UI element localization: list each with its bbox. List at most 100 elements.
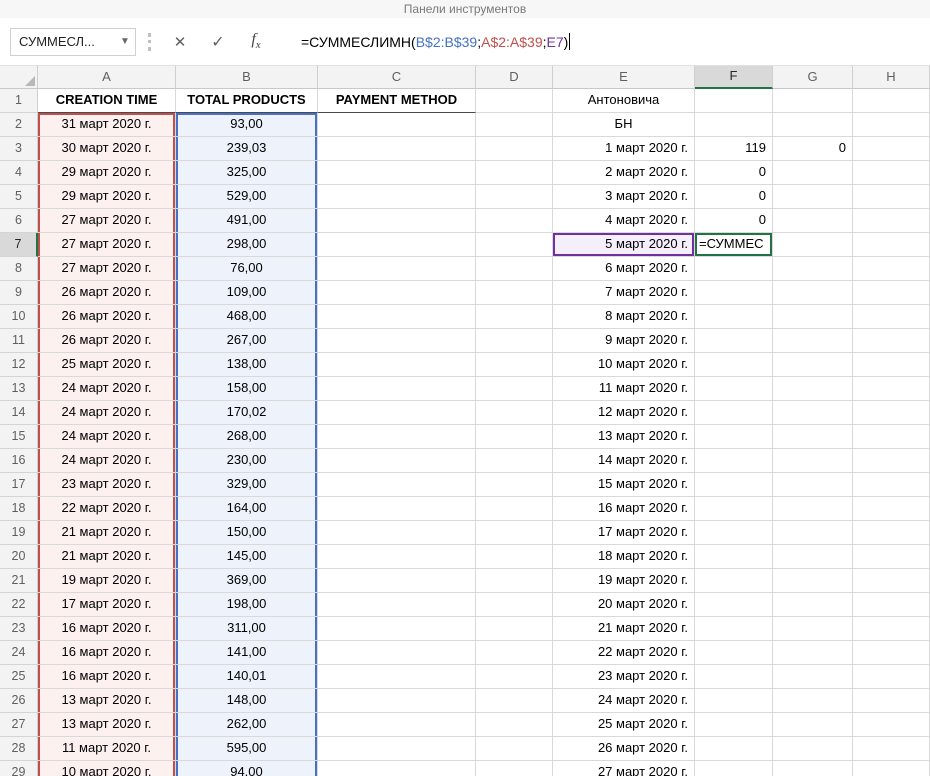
cell-G19[interactable] (773, 521, 853, 545)
cell-F4[interactable]: 0 (695, 161, 773, 185)
cell-D8[interactable] (476, 257, 553, 281)
row-header-29[interactable]: 29 (0, 761, 38, 776)
column-header-E[interactable]: E (553, 66, 695, 89)
cell-C15[interactable] (318, 425, 476, 449)
cell-C29[interactable] (318, 761, 476, 776)
cell-H18[interactable] (853, 497, 930, 521)
cell-E14[interactable]: 12 март 2020 г. (553, 401, 695, 425)
cell-C28[interactable] (318, 737, 476, 761)
row-header-7[interactable]: 7 (0, 233, 38, 257)
cell-E28[interactable]: 26 март 2020 г. (553, 737, 695, 761)
cell-F22[interactable] (695, 593, 773, 617)
cell-A6[interactable]: 27 март 2020 г. (38, 209, 176, 233)
cell-E10[interactable]: 8 март 2020 г. (553, 305, 695, 329)
cell-B16[interactable]: 230,00 (176, 449, 318, 473)
cell-F29[interactable] (695, 761, 773, 776)
cell-B22[interactable]: 198,00 (176, 593, 318, 617)
cell-A12[interactable]: 25 март 2020 г. (38, 353, 176, 377)
cell-H15[interactable] (853, 425, 930, 449)
cell-C10[interactable] (318, 305, 476, 329)
cell-F12[interactable] (695, 353, 773, 377)
enter-icon[interactable]: ✓ (203, 32, 233, 52)
row-header-9[interactable]: 9 (0, 281, 38, 305)
cell-B14[interactable]: 170,02 (176, 401, 318, 425)
cell-H26[interactable] (853, 689, 930, 713)
cell-A5[interactable]: 29 март 2020 г. (38, 185, 176, 209)
cell-H24[interactable] (853, 641, 930, 665)
cell-C14[interactable] (318, 401, 476, 425)
cell-F16[interactable] (695, 449, 773, 473)
cell-G26[interactable] (773, 689, 853, 713)
cell-E12[interactable]: 10 март 2020 г. (553, 353, 695, 377)
row-header-17[interactable]: 17 (0, 473, 38, 497)
cell-B2[interactable]: 93,00 (176, 113, 318, 137)
row-header-10[interactable]: 10 (0, 305, 38, 329)
cell-H29[interactable] (853, 761, 930, 776)
cell-H8[interactable] (853, 257, 930, 281)
cell-H6[interactable] (853, 209, 930, 233)
cell-F14[interactable] (695, 401, 773, 425)
cell-C1[interactable]: PAYMENT METHOD (318, 89, 476, 113)
cell-G5[interactable] (773, 185, 853, 209)
cell-E26[interactable]: 24 март 2020 г. (553, 689, 695, 713)
cell-E13[interactable]: 11 март 2020 г. (553, 377, 695, 401)
cell-B20[interactable]: 145,00 (176, 545, 318, 569)
cell-B10[interactable]: 468,00 (176, 305, 318, 329)
cell-G9[interactable] (773, 281, 853, 305)
column-header-B[interactable]: B (176, 66, 318, 89)
row-header-14[interactable]: 14 (0, 401, 38, 425)
name-box-dropdown-icon[interactable]: ▼ (115, 36, 135, 47)
row-header-18[interactable]: 18 (0, 497, 38, 521)
cell-F15[interactable] (695, 425, 773, 449)
cell-F19[interactable] (695, 521, 773, 545)
cell-A25[interactable]: 16 март 2020 г. (38, 665, 176, 689)
cell-D15[interactable] (476, 425, 553, 449)
row-header-2[interactable]: 2 (0, 113, 38, 137)
cell-B3[interactable]: 239,03 (176, 137, 318, 161)
cell-A11[interactable]: 26 март 2020 г. (38, 329, 176, 353)
cell-F21[interactable] (695, 569, 773, 593)
cell-D20[interactable] (476, 545, 553, 569)
cell-D3[interactable] (476, 137, 553, 161)
cell-G24[interactable] (773, 641, 853, 665)
cell-C3[interactable] (318, 137, 476, 161)
cell-F26[interactable] (695, 689, 773, 713)
cell-E19[interactable]: 17 март 2020 г. (553, 521, 695, 545)
cell-C9[interactable] (318, 281, 476, 305)
cell-C21[interactable] (318, 569, 476, 593)
cell-A28[interactable]: 11 март 2020 г. (38, 737, 176, 761)
cell-D22[interactable] (476, 593, 553, 617)
cell-B26[interactable]: 148,00 (176, 689, 318, 713)
cell-F5[interactable]: 0 (695, 185, 773, 209)
cell-B23[interactable]: 311,00 (176, 617, 318, 641)
row-header-6[interactable]: 6 (0, 209, 38, 233)
cell-G3[interactable]: 0 (773, 137, 853, 161)
cell-A13[interactable]: 24 март 2020 г. (38, 377, 176, 401)
column-header-C[interactable]: C (318, 66, 476, 89)
cell-A10[interactable]: 26 март 2020 г. (38, 305, 176, 329)
cell-D10[interactable] (476, 305, 553, 329)
cell-A9[interactable]: 26 март 2020 г. (38, 281, 176, 305)
cell-F17[interactable] (695, 473, 773, 497)
row-header-25[interactable]: 25 (0, 665, 38, 689)
row-header-27[interactable]: 27 (0, 713, 38, 737)
cell-E17[interactable]: 15 март 2020 г. (553, 473, 695, 497)
cell-E3[interactable]: 1 март 2020 г. (553, 137, 695, 161)
cell-E8[interactable]: 6 март 2020 г. (553, 257, 695, 281)
row-header-4[interactable]: 4 (0, 161, 38, 185)
cell-A29[interactable]: 10 март 2020 г. (38, 761, 176, 776)
cell-C19[interactable] (318, 521, 476, 545)
formula-input[interactable]: =СУММЕСЛИМН(B$2:B$39;A$2:A$39;E7) (301, 33, 571, 50)
cell-D11[interactable] (476, 329, 553, 353)
cell-D24[interactable] (476, 641, 553, 665)
cell-C16[interactable] (318, 449, 476, 473)
cell-B9[interactable]: 109,00 (176, 281, 318, 305)
cell-H5[interactable] (853, 185, 930, 209)
cell-E25[interactable]: 23 март 2020 г. (553, 665, 695, 689)
row-header-8[interactable]: 8 (0, 257, 38, 281)
cell-G28[interactable] (773, 737, 853, 761)
cell-C26[interactable] (318, 689, 476, 713)
cell-B19[interactable]: 150,00 (176, 521, 318, 545)
cell-G17[interactable] (773, 473, 853, 497)
cell-D16[interactable] (476, 449, 553, 473)
